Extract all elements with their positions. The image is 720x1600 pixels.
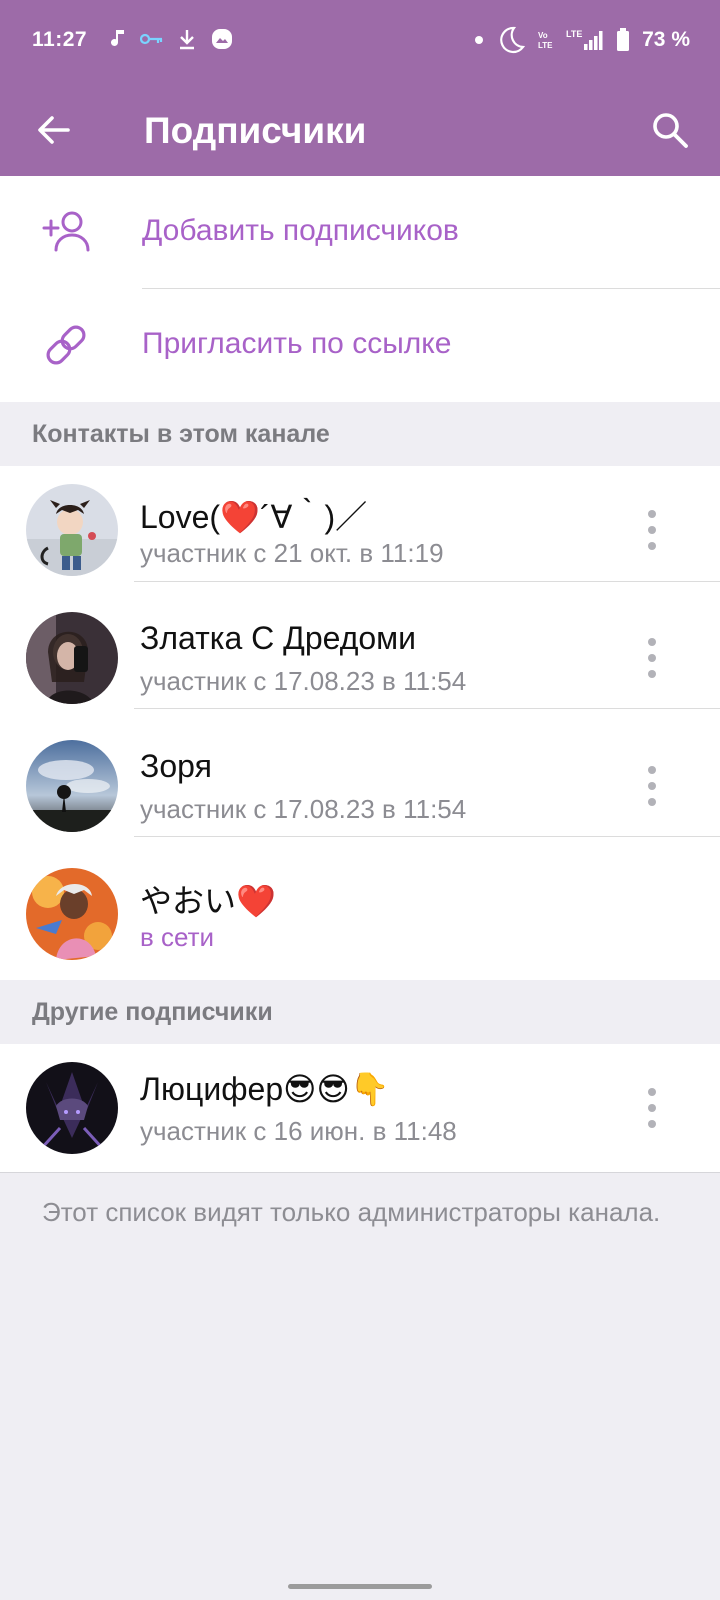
add-subscribers-button[interactable]: Добавить подписчиков	[0, 176, 720, 288]
avatar[interactable]	[26, 612, 118, 704]
list-item[interactable]: Люцифер😎😎👇 участник с 16 июн. в 11:48	[0, 1044, 720, 1172]
page-title: Подписчики	[144, 110, 367, 151]
member-status: участник с 17.08.23 в 11:54	[140, 794, 467, 824]
member-name: Златка С Дредоми	[140, 620, 417, 656]
member-name: やおい❤️	[140, 883, 276, 919]
section-title: Другие подписчики	[32, 998, 273, 1026]
volte-icon: VoLTE	[538, 31, 553, 50]
link-icon	[46, 325, 86, 365]
download-icon	[180, 30, 194, 50]
list-item[interactable]: Love(❤️´∀｀)／ участник с 21 окт. в 11:19	[0, 466, 720, 594]
admin-visibility-note: Этот список видят только администраторы …	[42, 1197, 661, 1227]
dot-icon	[475, 36, 484, 44]
list-item[interactable]: やおい❤️ в сети	[0, 850, 720, 978]
divider	[134, 708, 720, 709]
member-status: участник с 17.08.23 в 11:54	[140, 666, 467, 696]
add-user-icon	[42, 211, 90, 252]
invite-link-button[interactable]: Пригласить по ссылке	[0, 289, 720, 401]
others-list: Люцифер😎😎👇 участник с 16 июн. в 11:48	[0, 1044, 720, 1172]
member-name: Зоря	[140, 748, 212, 784]
member-status: участник с 21 окт. в 11:19	[140, 538, 444, 568]
more-options-button[interactable]	[642, 766, 662, 806]
svg-text:LTE: LTE	[538, 41, 553, 50]
member-name: Love(❤️´∀｀)／	[140, 499, 368, 535]
status-left-icons	[110, 26, 234, 52]
svg-text:Vo: Vo	[538, 31, 548, 40]
more-options-button[interactable]	[642, 1088, 662, 1128]
lte-signal-icon: LTE	[566, 29, 603, 50]
music-note-icon	[111, 30, 124, 46]
search-icon	[653, 113, 688, 148]
status-time: 11:27	[32, 28, 88, 51]
avatar[interactable]	[26, 1062, 118, 1154]
avatar[interactable]	[26, 868, 118, 960]
svg-text:LTE: LTE	[566, 29, 582, 39]
divider	[0, 1172, 720, 1173]
moon-icon	[500, 26, 526, 54]
avatar[interactable]	[26, 740, 118, 832]
contacts-list: Love(❤️´∀｀)／ участник с 21 окт. в 11:19 …	[0, 466, 720, 980]
invite-link-label: Пригласить по ссылке	[142, 327, 452, 360]
list-item[interactable]: Зоря участник с 17.08.23 в 11:54	[0, 722, 720, 850]
member-name: Люцифер😎😎👇	[140, 1071, 390, 1107]
app-bar: Подписчики	[0, 84, 720, 176]
arrow-left-icon	[38, 116, 70, 144]
member-status-online: в сети	[140, 922, 215, 952]
avatar[interactable]	[26, 484, 118, 576]
add-subscribers-label: Добавить подписчиков	[142, 214, 459, 247]
actions-block: Добавить подписчиков Пригласить по ссылк…	[0, 176, 720, 402]
key-icon	[140, 33, 163, 45]
list-item[interactable]: Златка С Дредоми участник с 17.08.23 в 1…	[0, 594, 720, 722]
battery-icon	[617, 28, 630, 51]
search-button[interactable]	[642, 102, 698, 158]
status-right-icons: Vo LTE LTE 73 %	[474, 26, 690, 54]
section-title: Контакты в этом канале	[32, 420, 330, 448]
more-options-button[interactable]	[642, 638, 662, 678]
more-options-button[interactable]	[642, 510, 662, 550]
gallery-icon	[212, 29, 232, 49]
section-header-others: Другие подписчики	[0, 980, 720, 1044]
battery-level: 73 %	[642, 28, 690, 51]
section-header-contacts: Контакты в этом канале	[0, 402, 720, 466]
status-bar: 11:27 Vo LTE LTE 73 %	[0, 0, 720, 84]
divider	[134, 836, 720, 837]
back-button[interactable]	[28, 104, 80, 156]
divider	[134, 581, 720, 582]
home-indicator[interactable]	[288, 1584, 432, 1589]
member-status: участник с 16 июн. в 11:48	[140, 1116, 457, 1146]
